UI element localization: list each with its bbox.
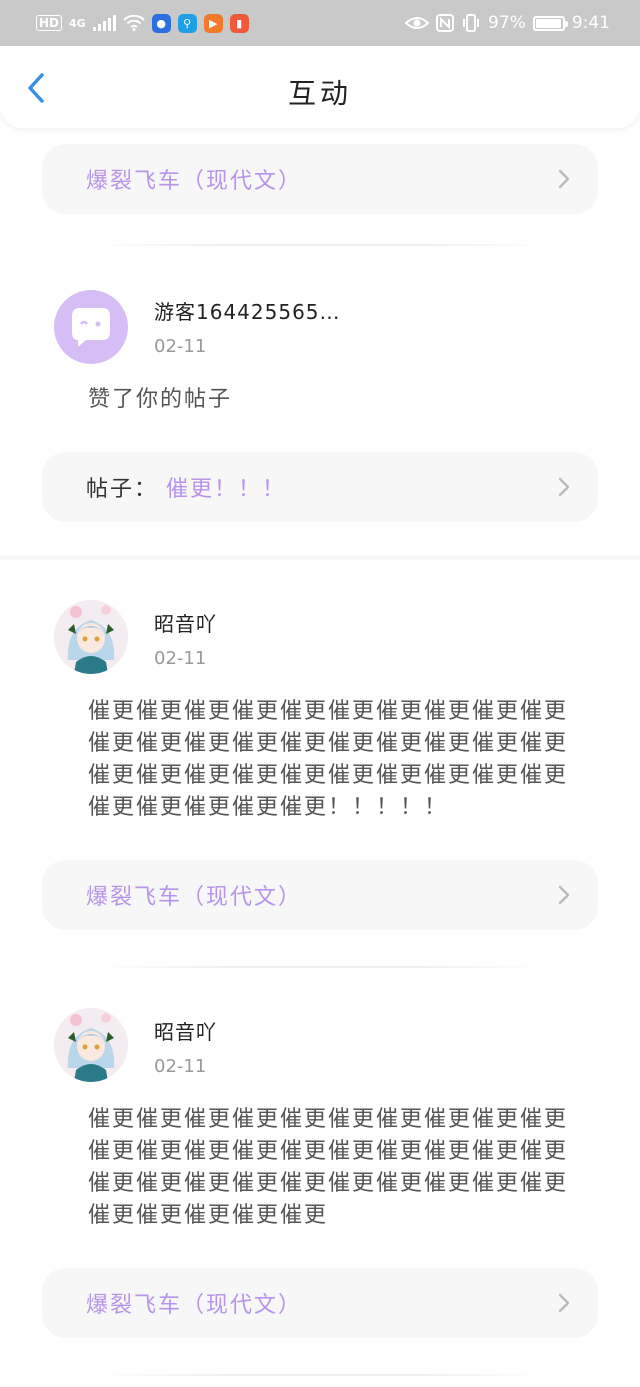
referenced-post-card[interactable]: 帖子： 催更！！！ bbox=[42, 452, 598, 522]
status-left: HD 4G ● ⚲ ▶ ▮ bbox=[36, 13, 249, 33]
chevron-right-icon bbox=[558, 169, 570, 189]
interaction-list[interactable]: 爆裂飞车（现代文） 游客164425565… 02-11 赞了你的帖子 帖子： … bbox=[0, 128, 640, 1387]
status-right: 97% 9:41 bbox=[405, 13, 610, 33]
avatar[interactable] bbox=[54, 290, 128, 364]
anime-girl-avatar-icon bbox=[54, 600, 128, 674]
wifi-icon bbox=[122, 15, 145, 31]
anime-girl-avatar-icon bbox=[54, 1008, 128, 1082]
referenced-post-prefix: 帖子： bbox=[86, 477, 159, 502]
referenced-post-title: 爆裂飞车（现代文） bbox=[86, 1293, 303, 1318]
timestamp: 02-11 bbox=[154, 1056, 207, 1077]
clock: 9:41 bbox=[571, 13, 610, 33]
hd-badge: HD bbox=[36, 15, 63, 31]
item-divider bbox=[96, 1374, 546, 1376]
timestamp: 02-11 bbox=[154, 336, 207, 357]
referenced-post-title: 爆裂飞车（现代文） bbox=[86, 169, 303, 194]
battery-percent: 97% bbox=[488, 13, 526, 33]
top-nav-bar: 互动 bbox=[0, 46, 640, 128]
item-divider bbox=[96, 966, 546, 968]
vibrate-icon bbox=[463, 14, 480, 32]
page-title: 互动 bbox=[287, 77, 352, 110]
play-app-icon: ▶ bbox=[203, 13, 223, 33]
item-divider bbox=[96, 244, 546, 246]
search-app-icon: ⚲ bbox=[177, 13, 197, 33]
network-type: 4G bbox=[69, 16, 86, 30]
chevron-right-icon bbox=[558, 885, 570, 905]
user-name[interactable]: 游客164425565… bbox=[154, 296, 341, 325]
chat-bubble-icon bbox=[72, 308, 110, 347]
avatar[interactable] bbox=[54, 600, 128, 674]
battery-fill bbox=[535, 18, 562, 28]
user-name[interactable]: 昭音吖 bbox=[154, 1016, 217, 1045]
referenced-post-card[interactable]: 爆裂飞车（现代文） bbox=[42, 1268, 598, 1338]
chevron-right-icon bbox=[558, 1293, 570, 1313]
referenced-post-title: 催更！！！ bbox=[166, 477, 287, 502]
user-name[interactable]: 昭音吖 bbox=[154, 608, 217, 637]
referenced-post-card[interactable]: 爆裂飞车（现代文） bbox=[42, 144, 598, 214]
avatar[interactable] bbox=[54, 1008, 128, 1082]
status-bar: HD 4G ● ⚲ ▶ ▮ 97% 9:41 bbox=[0, 0, 640, 46]
interaction-message: 赞了你的帖子 bbox=[88, 387, 233, 412]
signal-icon bbox=[92, 15, 116, 31]
referenced-post-card[interactable]: 爆裂飞车（现代文） bbox=[42, 860, 598, 930]
eye-icon bbox=[405, 17, 430, 29]
interaction-message: 催更催更催更催更催更催更催更催更催更催更催更催更催更催更催更催更催更催更催更催更… bbox=[88, 699, 569, 820]
section-separator bbox=[0, 556, 640, 560]
store-app-icon: ▮ bbox=[229, 13, 249, 33]
timestamp: 02-11 bbox=[154, 648, 207, 669]
battery-icon bbox=[532, 15, 568, 31]
interaction-message: 催更催更催更催更催更催更催更催更催更催更催更催更催更催更催更催更催更催更催更催更… bbox=[88, 1107, 569, 1228]
bulb-app-icon: ● bbox=[151, 13, 171, 33]
referenced-post-title: 爆裂飞车（现代文） bbox=[86, 885, 303, 910]
chevron-right-icon bbox=[558, 477, 570, 497]
nfc-icon bbox=[436, 14, 455, 32]
